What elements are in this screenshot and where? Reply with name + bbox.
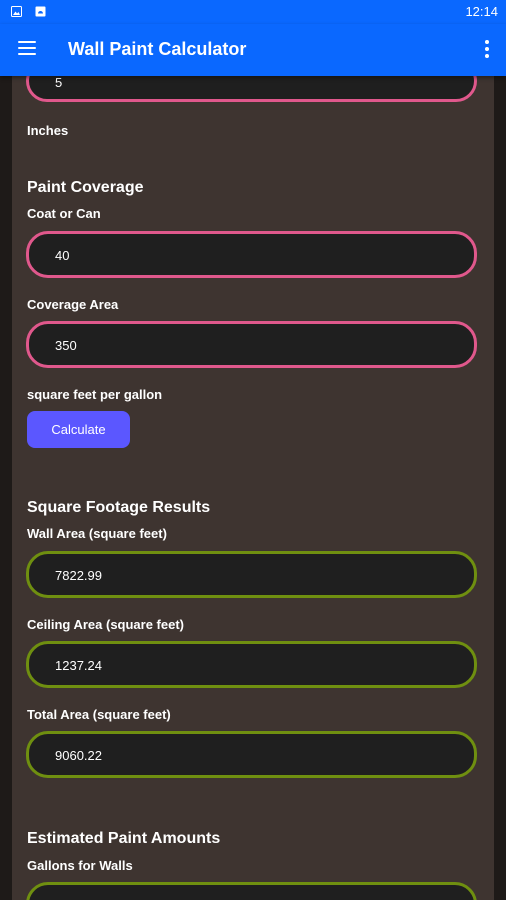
depth-input[interactable]: 5: [26, 76, 477, 102]
wall-area-label: Wall Area (square feet): [27, 526, 167, 541]
paint-coverage-heading: Paint Coverage: [27, 179, 144, 196]
coat-label: Coat or Can: [27, 206, 101, 221]
app-bar: Wall Paint Calculator: [0, 24, 506, 76]
depth-value: 5: [55, 76, 63, 90]
gallons-walls-label: Gallons for Walls: [27, 858, 133, 873]
total-area-value: 9060.22: [55, 748, 102, 763]
total-area-field[interactable]: 9060.22: [26, 731, 477, 778]
image-notification-icon: [11, 6, 22, 17]
depth-unit-label: Inches: [27, 123, 69, 138]
status-bar: 12:14: [0, 0, 506, 24]
calculate-button[interactable]: Calculate: [27, 411, 130, 448]
results-heading: Square Footage Results: [27, 499, 211, 516]
gallons-walls-field[interactable]: [26, 882, 477, 900]
app-title: Wall Paint Calculator: [68, 39, 247, 59]
total-area-label: Total Area (square feet): [27, 707, 171, 722]
ceiling-area-value: 1237.24: [55, 658, 102, 673]
ceiling-area-label: Ceiling Area (square feet): [27, 617, 185, 632]
coverage-area-value: 350: [55, 338, 77, 353]
form-content[interactable]: 5 Inches Paint Coverage Coat or Can 40 C…: [12, 76, 494, 900]
coat-value: 40: [55, 248, 70, 263]
coverage-area-label: Coverage Area: [27, 297, 119, 312]
more-options-icon[interactable]: [484, 40, 490, 58]
android-notification-icon: [35, 6, 46, 17]
coverage-unit-label: square feet per gallon: [27, 387, 163, 402]
wall-area-field[interactable]: 7822.99: [26, 551, 477, 598]
ceiling-area-field[interactable]: 1237.24: [26, 641, 477, 688]
wall-area-value: 7822.99: [55, 568, 102, 583]
status-time: 12:14: [465, 4, 498, 19]
menu-icon[interactable]: [18, 41, 36, 55]
coat-input[interactable]: 40: [26, 231, 477, 278]
coverage-area-input[interactable]: 350: [26, 321, 477, 368]
paint-amounts-heading: Estimated Paint Amounts: [27, 830, 221, 847]
